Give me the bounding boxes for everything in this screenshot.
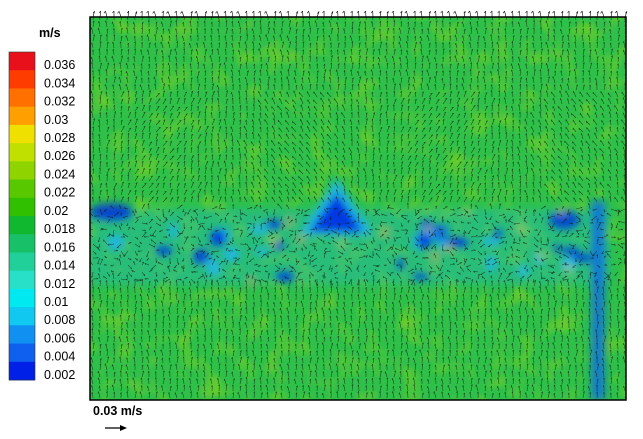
colorbar-swatch (9, 52, 35, 71)
colorbar-swatch (9, 179, 35, 199)
colorbar-tick-label: 0.022 (44, 186, 75, 200)
colorbar-swatch (9, 234, 35, 253)
low-velocity-blob (249, 224, 270, 235)
colorbar-tick-label: 0.02 (44, 204, 68, 218)
colorbar-tick-label: 0.012 (44, 277, 75, 291)
velocity-vector-figure: m/s 0.036 0.034 0.032 0.03 0.028 0.026 0.024 0.… (8, 10, 628, 431)
low-velocity-blob (209, 229, 226, 248)
colorbar-tick-label: 0.036 (44, 58, 75, 72)
colorbar-swatch (9, 143, 35, 162)
colorbar-tick-label: 0.018 (44, 222, 75, 236)
colorbar-swatch (9, 88, 35, 108)
colorbar-tick-label: 0.028 (44, 131, 75, 145)
colorbar-tick-label: 0.024 (44, 167, 75, 181)
reference-vector-label: 0.03 m/s (93, 404, 142, 418)
colorbar-swatch (9, 270, 35, 290)
colorbar-swatch (9, 70, 35, 89)
colorbar-swatch (9, 361, 35, 381)
colorbar-tick-label: 0.016 (44, 240, 75, 254)
low-velocity-blob (517, 264, 530, 278)
colorbar-tick-label: 0.034 (44, 76, 75, 90)
low-velocity-blob (154, 245, 174, 257)
plot-area (90, 17, 626, 400)
low-velocity-blob (275, 271, 296, 283)
colorbar-swatch (9, 216, 35, 235)
colorbar: m/s 0.036 0.034 0.032 0.03 0.028 0.026 0.024 0.… (8, 26, 75, 382)
colorbar-tick-label: 0.01 (44, 295, 68, 309)
colorbar-swatch (9, 124, 35, 144)
colorbar-tick-label: 0.026 (44, 149, 75, 163)
colorbar-tick-label: 0.008 (44, 313, 75, 327)
high-velocity-speckle (286, 219, 293, 225)
colorbar-swatch (9, 343, 35, 363)
high-velocity-speckle (538, 253, 545, 259)
high-velocity-speckle (558, 208, 565, 214)
colorbar-swatch (9, 161, 35, 180)
reference-arrow-head (120, 425, 127, 431)
high-velocity-speckle (565, 266, 572, 272)
high-velocity-speckle (248, 279, 255, 285)
top-vector-arrows (92, 10, 628, 18)
reference-vector: 0.03 m/s (93, 404, 142, 431)
colorbar-tick-label: 0.002 (44, 368, 75, 382)
low-velocity-blob (417, 231, 432, 250)
colorbar-swatch (9, 252, 35, 272)
colorbar-swatch (9, 325, 35, 344)
low-velocity-blob (254, 247, 270, 256)
top-edge-vectors (92, 10, 628, 18)
low-velocity-vertical-strip (591, 200, 606, 400)
colorbar-tick-label: 0.004 (44, 350, 75, 364)
colorbar-swatch (9, 106, 35, 126)
low-velocity-blob (204, 257, 219, 268)
colorbar-unit-label: m/s (39, 26, 61, 40)
colorbar-tick-label: 0.014 (44, 259, 75, 273)
colorbar-swatch (9, 288, 35, 308)
high-velocity-speckle (425, 226, 432, 232)
colorbar-swatch (9, 197, 35, 217)
colorbar-tick-label: 0.03 (44, 113, 68, 127)
high-velocity-speckle (338, 241, 345, 247)
colorbar-tick-label: 0.006 (44, 331, 75, 345)
colorbar-tick-label: 0.032 (44, 95, 75, 109)
colorbar-swatch (9, 307, 35, 326)
